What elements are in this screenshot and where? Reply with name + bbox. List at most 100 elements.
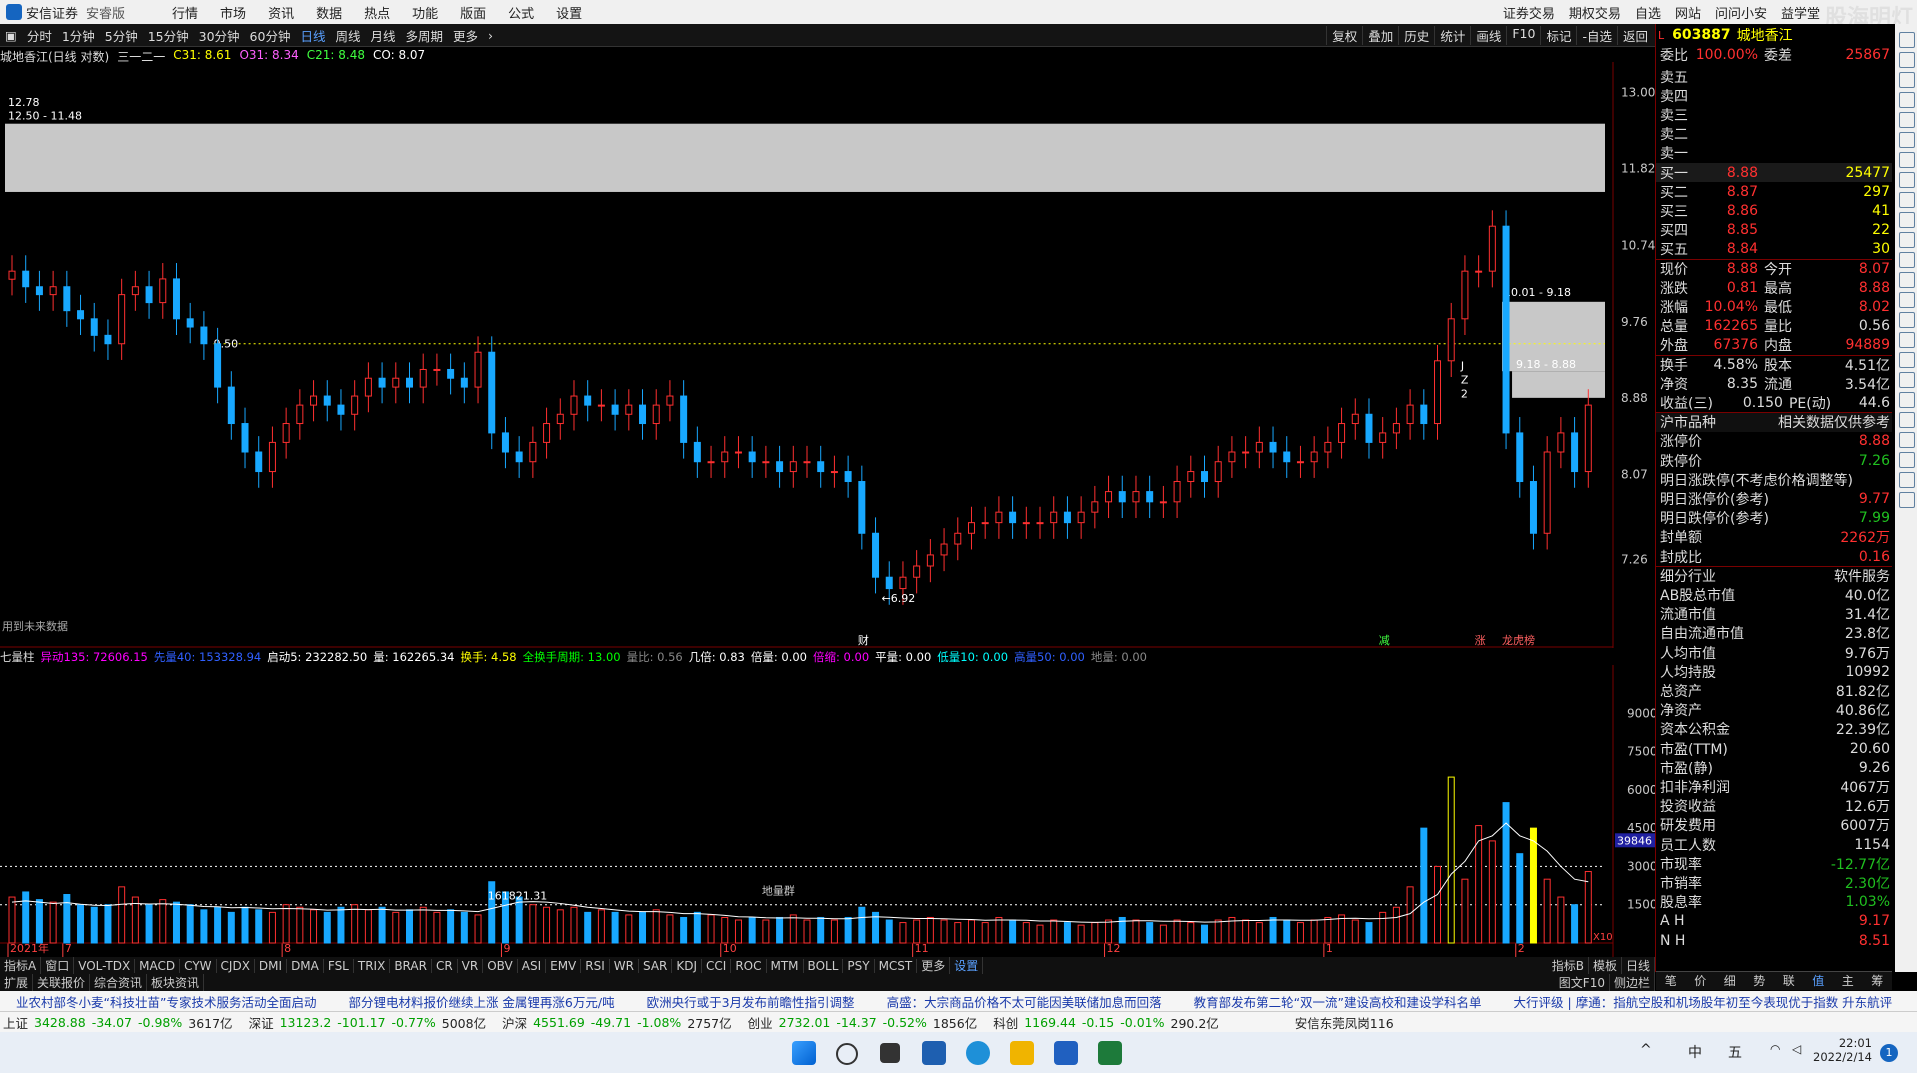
news-item[interactable]: 高盛：大宗商品价格不太可能因美联储加息而回落 bbox=[871, 992, 1178, 1011]
side-tool-icon[interactable] bbox=[1899, 272, 1915, 288]
menu-shezhi[interactable]: 设置 bbox=[545, 3, 593, 22]
side-tool-icon[interactable] bbox=[1899, 492, 1915, 508]
indicator-tab[interactable]: FSL bbox=[324, 958, 354, 973]
side-tool-icon[interactable] bbox=[1899, 312, 1915, 328]
volume-chart[interactable]: 2021年78910111212900007500060000450003000… bbox=[0, 665, 1655, 957]
indicator-tab[interactable]: 指标A bbox=[0, 957, 42, 974]
menu-ask[interactable]: 问问小安 bbox=[1708, 3, 1774, 22]
more-arrow-icon[interactable]: › bbox=[483, 28, 498, 43]
menu-school[interactable]: 益学堂 bbox=[1774, 3, 1827, 22]
tray-chevron-icon[interactable]: ^ bbox=[1640, 1042, 1652, 1058]
indicator-tab[interactable]: MACD bbox=[135, 958, 181, 973]
ime-mode[interactable]: 五 bbox=[1728, 1042, 1742, 1062]
app-icon[interactable] bbox=[1054, 1041, 1078, 1065]
tab-1min[interactable]: 1分钟 bbox=[57, 26, 100, 45]
extension-tab[interactable]: 扩展 bbox=[0, 974, 34, 991]
indicator-tab[interactable]: CCI bbox=[702, 958, 732, 973]
side-tool-icon[interactable] bbox=[1899, 332, 1915, 348]
news-item[interactable]: 部分锂电材料报价继续上涨 金属锂再涨6万元/吨 bbox=[332, 992, 630, 1011]
tab-multi[interactable]: 多周期 bbox=[401, 26, 449, 45]
side-tool-icon[interactable] bbox=[1899, 92, 1915, 108]
menu-shichang[interactable]: 市场 bbox=[209, 3, 257, 22]
index-name[interactable]: 沪深 bbox=[499, 1013, 530, 1032]
indicator-tab[interactable]: 指标B bbox=[1548, 957, 1589, 974]
side-tool-icon[interactable] bbox=[1899, 132, 1915, 148]
candlestick-chart[interactable]: 13.00 11.82 10.74 9.76 8.88 8.07 7.26 12.50 - 1… bbox=[0, 62, 1655, 648]
menu-redian[interactable]: 热点 bbox=[353, 3, 401, 22]
btn-back[interactable]: 返回 bbox=[1616, 25, 1653, 45]
side-tool-icon[interactable] bbox=[1899, 392, 1915, 408]
tab-30min[interactable]: 30分钟 bbox=[194, 26, 245, 45]
menu-options[interactable]: 期权交易 bbox=[1562, 3, 1628, 22]
wifi-icon[interactable]: ◠ bbox=[1770, 1042, 1780, 1056]
side-tool-icon[interactable] bbox=[1899, 172, 1915, 188]
menu-hangqing[interactable]: 行情 bbox=[161, 3, 209, 22]
extension-tab[interactable]: 图文F10 bbox=[1555, 974, 1610, 991]
menu-banmian[interactable]: 版面 bbox=[449, 3, 497, 22]
index-name[interactable]: 科创 bbox=[990, 1013, 1021, 1032]
notification-icon[interactable]: 1 bbox=[1880, 1044, 1898, 1062]
indicator-tab[interactable]: OBV bbox=[483, 958, 518, 973]
indicator-tab[interactable]: VOL-TDX bbox=[74, 958, 136, 973]
extension-tab[interactable]: 侧边栏 bbox=[1610, 974, 1655, 991]
indicator-tab[interactable]: EMV bbox=[546, 958, 582, 973]
indicator-tab[interactable]: TRIX bbox=[354, 958, 391, 973]
excel-icon[interactable] bbox=[1098, 1041, 1122, 1065]
indicator-tab[interactable]: CJDX bbox=[217, 958, 255, 973]
ime-lang[interactable]: 中 bbox=[1688, 1042, 1702, 1062]
tab-60min[interactable]: 60分钟 bbox=[245, 26, 296, 45]
indicator-tab[interactable]: CR bbox=[432, 958, 458, 973]
side-tool-icon[interactable] bbox=[1899, 212, 1915, 228]
indicator-tab[interactable]: DMA bbox=[287, 958, 324, 973]
indicator-tab[interactable]: CYW bbox=[180, 958, 217, 973]
side-tool-icon[interactable] bbox=[1899, 292, 1915, 308]
btn-watch[interactable]: -自选 bbox=[1576, 25, 1617, 45]
side-tool-icon[interactable] bbox=[1899, 192, 1915, 208]
side-tool-icon[interactable] bbox=[1899, 112, 1915, 128]
index-name[interactable]: 深证 bbox=[246, 1013, 277, 1032]
tab-more[interactable]: 更多 bbox=[448, 26, 483, 45]
side-tool-icon[interactable] bbox=[1899, 252, 1915, 268]
menu-website[interactable]: 网站 bbox=[1668, 3, 1708, 22]
quote-tab[interactable]: 细 bbox=[1715, 972, 1745, 990]
quote-tab[interactable]: 联 bbox=[1774, 972, 1804, 990]
menu-shuju[interactable]: 数据 bbox=[305, 3, 353, 22]
side-tool-icon[interactable] bbox=[1899, 52, 1915, 68]
tab-5min[interactable]: 5分钟 bbox=[100, 26, 143, 45]
news-item[interactable]: 大行评级 | 摩通：指航空股和机场股年初至今表现优于指数 升东航评 bbox=[1498, 992, 1909, 1011]
indicator-tab[interactable]: MCST bbox=[875, 958, 918, 973]
menu-trade[interactable]: 证券交易 bbox=[1496, 3, 1562, 22]
indicator-tab[interactable]: DMI bbox=[255, 958, 288, 973]
tab-monthly[interactable]: 月线 bbox=[365, 26, 400, 45]
menu-zixun[interactable]: 资讯 bbox=[257, 3, 305, 22]
clock[interactable]: 22:01 2022/2/14 bbox=[1812, 1036, 1872, 1064]
quote-tab[interactable]: 笔 bbox=[1656, 972, 1686, 990]
folder-icon[interactable] bbox=[1010, 1041, 1034, 1065]
side-tool-icon[interactable] bbox=[1899, 152, 1915, 168]
side-tool-icon[interactable] bbox=[1899, 372, 1915, 388]
indicator-tab[interactable]: 设置 bbox=[950, 957, 984, 974]
extension-tab[interactable]: 综合资讯 bbox=[90, 974, 148, 991]
toolbar-menu-icon[interactable]: ▣ bbox=[0, 28, 22, 43]
quote-tab[interactable]: 势 bbox=[1745, 972, 1775, 990]
side-tool-icon[interactable] bbox=[1899, 452, 1915, 468]
quote-tab[interactable]: 主 bbox=[1833, 972, 1863, 990]
quote-tab[interactable]: 价 bbox=[1686, 972, 1716, 990]
indicator-tab[interactable]: ROC bbox=[731, 958, 767, 973]
side-tool-icon[interactable] bbox=[1899, 32, 1915, 48]
indicator-tab[interactable]: MTM bbox=[767, 958, 804, 973]
menu-gongneng[interactable]: 功能 bbox=[401, 3, 449, 22]
indicator-tab[interactable]: 更多 bbox=[917, 957, 951, 974]
search-icon[interactable] bbox=[836, 1043, 858, 1065]
indicator-tab[interactable]: BOLL bbox=[804, 958, 844, 973]
index-name[interactable]: 创业 bbox=[745, 1013, 776, 1032]
menu-gongshi[interactable]: 公式 bbox=[497, 3, 545, 22]
widgets-icon[interactable] bbox=[922, 1041, 946, 1065]
indicator-tab[interactable]: SAR bbox=[639, 958, 673, 973]
side-tool-icon[interactable] bbox=[1899, 72, 1915, 88]
side-tool-icon[interactable] bbox=[1899, 472, 1915, 488]
tab-daily[interactable]: 日线 bbox=[295, 26, 330, 45]
indicator-tab[interactable]: ASI bbox=[518, 958, 547, 973]
side-tool-icon[interactable] bbox=[1899, 412, 1915, 428]
indicator-tab[interactable]: 窗口 bbox=[41, 957, 75, 974]
